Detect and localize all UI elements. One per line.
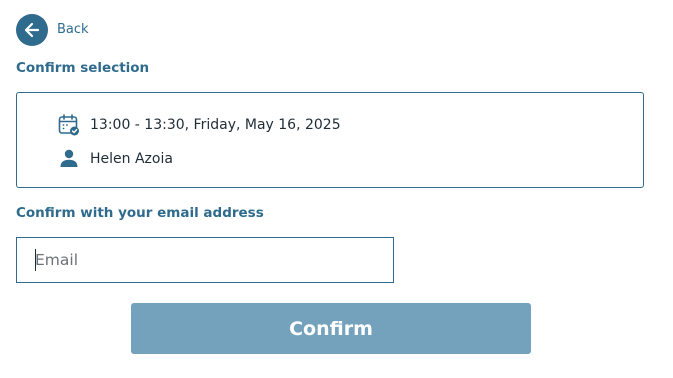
confirm-selection-heading: Confirm selection xyxy=(16,60,150,76)
calendar-check-icon xyxy=(57,113,81,137)
back-button[interactable]: Back xyxy=(16,14,89,46)
staff-member-name: Helen Azoia xyxy=(90,151,173,167)
back-label: Back xyxy=(57,22,89,37)
staff-member-row: Helen Azoia xyxy=(57,147,173,171)
email-field[interactable] xyxy=(16,237,394,283)
text-caret xyxy=(35,249,36,271)
arrow-left-icon xyxy=(16,14,48,46)
appointment-time-row: 13:00 - 13:30, Friday, May 16, 2025 xyxy=(57,113,341,137)
confirm-email-heading: Confirm with your email address xyxy=(16,205,264,221)
person-icon xyxy=(57,147,81,171)
selection-summary-card: 13:00 - 13:30, Friday, May 16, 2025 Hele… xyxy=(16,92,644,188)
confirm-booking-page: Back Confirm selection 13:00 - 13:30, Fr… xyxy=(0,0,673,378)
appointment-time-text: 13:00 - 13:30, Friday, May 16, 2025 xyxy=(90,117,341,133)
confirm-button[interactable]: Confirm xyxy=(131,303,531,354)
